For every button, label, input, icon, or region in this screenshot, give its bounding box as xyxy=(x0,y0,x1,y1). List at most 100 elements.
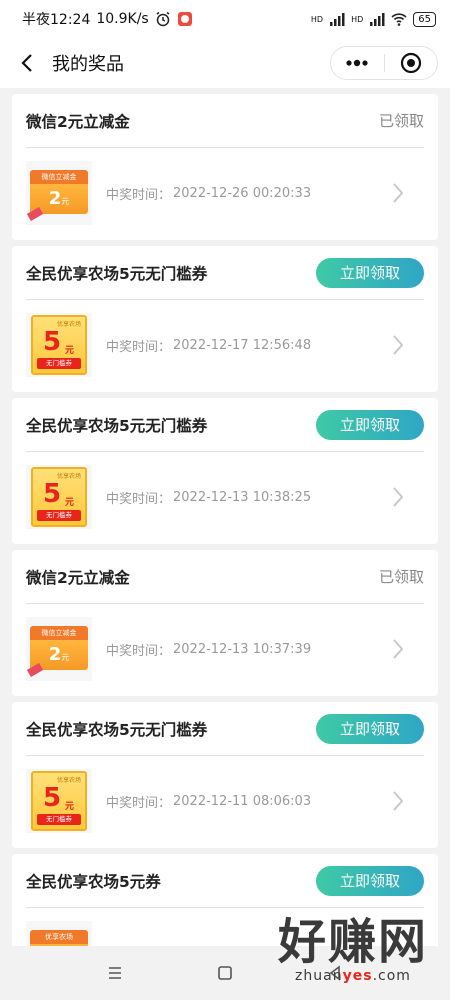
coupon-thumbnail: 优享农场 5 元 无门槛券 xyxy=(26,313,92,377)
coupon-art-unit: 元 xyxy=(65,346,75,356)
more-button[interactable] xyxy=(331,47,384,79)
win-time-label: 中奖时间： xyxy=(106,491,172,507)
coupon-art-amount: 2 xyxy=(48,188,62,209)
net-speed-text: 10.9K/s xyxy=(96,11,149,27)
prize-card-header: 全民优享农场5元券 立即领取 xyxy=(26,854,424,908)
farm-voucher-icon: 优享农场 5 元 无门槛券 xyxy=(31,467,87,527)
prize-detail-row[interactable]: 微信立减金 2元 中奖时间： 2022-12-13 10:37:39 xyxy=(26,604,424,694)
claimed-status: 已领取 xyxy=(378,112,424,130)
chevron-left-icon xyxy=(21,54,32,72)
prize-card: 全民优享农场5元无门槛券 立即领取 优享农场 5 元 无门槛券 中奖时间： 20… xyxy=(12,702,438,848)
status-bar: 半夜12:24 10.9K/s HD HD 65 xyxy=(0,0,450,38)
win-time-value: 2022-12-26 00:20:33 xyxy=(173,185,312,201)
hd-label-2: HD xyxy=(351,14,364,24)
target-icon xyxy=(400,52,421,74)
nav-bar: 我的奖品 xyxy=(0,38,450,88)
coupon-art-label: 微信立减金 xyxy=(30,170,88,184)
win-time-label: 中奖时间： xyxy=(106,187,172,203)
menu-icon xyxy=(109,967,121,979)
prize-title: 全民优享农场5元无门槛券 xyxy=(26,720,208,739)
coupon-art-amount: 5 xyxy=(43,479,62,509)
chevron-right-icon xyxy=(393,639,404,659)
prize-title: 微信2元立减金 xyxy=(26,112,130,131)
prize-card: 全民优享农场5元无门槛券 立即领取 优享农场 5 元 无门槛券 中奖时间： 20… xyxy=(12,398,438,544)
prize-card-header: 全民优享农场5元无门槛券 立即领取 xyxy=(26,246,424,300)
coupon-art-tag: 无门槛券 xyxy=(37,814,81,825)
coupon-thumbnail: 微信立减金 2元 xyxy=(26,617,92,681)
chevron-right-icon xyxy=(393,487,404,507)
win-time-value: 2022-12-11 08:06:03 xyxy=(173,793,312,809)
prize-title: 全民优享农场5元无门槛券 xyxy=(26,416,208,435)
prize-title: 微信2元立减金 xyxy=(26,568,130,587)
win-time-label: 中奖时间： xyxy=(106,795,172,811)
prize-detail-row[interactable]: 优享农场 5 元 无门槛券 中奖时间： 2022-12-11 08:06:03 xyxy=(26,756,424,846)
coupon-art-unit: 元 xyxy=(61,197,70,206)
coupon-art-amount: 5 xyxy=(43,327,62,357)
win-time-value: 2022-12-13 10:38:25 xyxy=(173,489,312,505)
prize-card: 微信2元立减金 已领取 微信立减金 2元 中奖时间： 2022-12-26 00… xyxy=(12,94,438,240)
chevron-right-icon xyxy=(393,183,404,203)
watermark-url-highlight: yes xyxy=(342,968,373,984)
claim-now-button[interactable]: 立即领取 xyxy=(316,713,424,744)
prize-detail-row[interactable]: 微信立减金 2元 中奖时间： 2022-12-26 00:20:33 xyxy=(26,148,424,238)
watermark-url-part: zhuan xyxy=(295,968,343,984)
prize-detail-row[interactable]: 优享农场 5 元 无门槛券 中奖时间： 2022-12-17 12:56:48 xyxy=(26,300,424,390)
coupon-art-unit: 元 xyxy=(65,498,75,508)
wechat-coupon-icon: 微信立减金 2元 xyxy=(26,168,90,221)
square-icon xyxy=(218,966,232,980)
coupon-art-unit: 元 xyxy=(61,653,70,662)
coupon-thumbnail: 优享农场 5 元 无门槛券 xyxy=(26,769,92,833)
back-button[interactable] xyxy=(12,48,42,78)
prize-card-header: 全民优享农场5元无门槛券 立即领取 xyxy=(26,398,424,452)
mini-program-capsule xyxy=(330,46,438,80)
close-miniprogram-button[interactable] xyxy=(385,47,438,79)
hd-label: HD xyxy=(310,14,324,24)
win-time-label: 中奖时间： xyxy=(106,339,172,355)
signal-icon xyxy=(330,13,345,26)
prize-card: 微信2元立减金 已领取 微信立减金 2元 中奖时间： 2022-12-13 10… xyxy=(12,550,438,696)
prize-title: 全民优享农场5元无门槛券 xyxy=(26,264,208,283)
coupon-art-amount: 5 xyxy=(43,783,62,813)
prize-card-header: 微信2元立减金 已领取 xyxy=(26,550,424,604)
site-watermark: 好赚网 zhuanyes.com xyxy=(278,916,428,984)
menu-button[interactable] xyxy=(95,953,135,993)
prize-title: 全民优享农场5元券 xyxy=(26,872,161,891)
win-time-value: 2022-12-13 10:37:39 xyxy=(173,641,312,657)
watermark-url: zhuanyes.com xyxy=(278,968,428,984)
coupon-art-label: 微信立减金 xyxy=(30,626,88,640)
page-title: 我的奖品 xyxy=(52,54,124,75)
coupon-art-amount: 2 xyxy=(48,644,62,665)
coupon-art-tag: 无门槛券 xyxy=(37,358,81,369)
farm-voucher-icon: 优享农场 5 元 无门槛券 xyxy=(31,315,87,375)
claim-now-button[interactable]: 立即领取 xyxy=(316,257,424,288)
claim-now-button[interactable]: 立即领取 xyxy=(316,409,424,440)
win-time-label: 中奖时间： xyxy=(106,643,172,659)
prize-card: 全民优享农场5元无门槛券 立即领取 优享农场 5 元 无门槛券 中奖时间： 20… xyxy=(12,246,438,392)
claimed-status: 已领取 xyxy=(378,568,424,586)
signal-icon-2 xyxy=(370,13,385,26)
clock-text: 半夜12:24 xyxy=(22,12,91,28)
coupon-thumbnail: 微信立减金 2元 xyxy=(26,161,92,225)
prize-card-header: 微信2元立减金 已领取 xyxy=(26,94,424,148)
app-notification-icon xyxy=(177,12,192,26)
coupon-thumbnail: 优享农场 5 元 无门槛券 xyxy=(26,465,92,529)
coupon-art-tag: 无门槛券 xyxy=(37,510,81,521)
win-time-value: 2022-12-17 12:56:48 xyxy=(173,337,312,353)
watermark-logo-text: 好赚网 xyxy=(277,914,428,970)
wifi-icon xyxy=(391,13,407,26)
home-button[interactable] xyxy=(205,953,245,993)
battery-indicator: 65 xyxy=(413,11,436,27)
coupon-art-unit: 元 xyxy=(65,802,75,812)
coupon-art-label: 优享农场 xyxy=(30,930,88,944)
more-dots-icon xyxy=(346,59,368,67)
alarm-icon xyxy=(156,11,170,27)
farm-voucher-icon: 优享农场 5 元 无门槛券 xyxy=(31,771,87,831)
prize-list: 微信2元立减金 已领取 微信立减金 2元 中奖时间： 2022-12-26 00… xyxy=(12,94,438,1000)
prize-card-header: 全民优享农场5元无门槛券 立即领取 xyxy=(26,702,424,756)
prize-detail-row[interactable]: 优享农场 5 元 无门槛券 中奖时间： 2022-12-13 10:38:25 xyxy=(26,452,424,542)
wechat-coupon-icon: 微信立减金 2元 xyxy=(26,624,90,677)
claim-now-button[interactable]: 立即领取 xyxy=(316,865,424,896)
chevron-right-icon xyxy=(393,791,404,811)
watermark-url-tail: .com xyxy=(372,968,411,984)
chevron-right-icon xyxy=(393,335,404,355)
